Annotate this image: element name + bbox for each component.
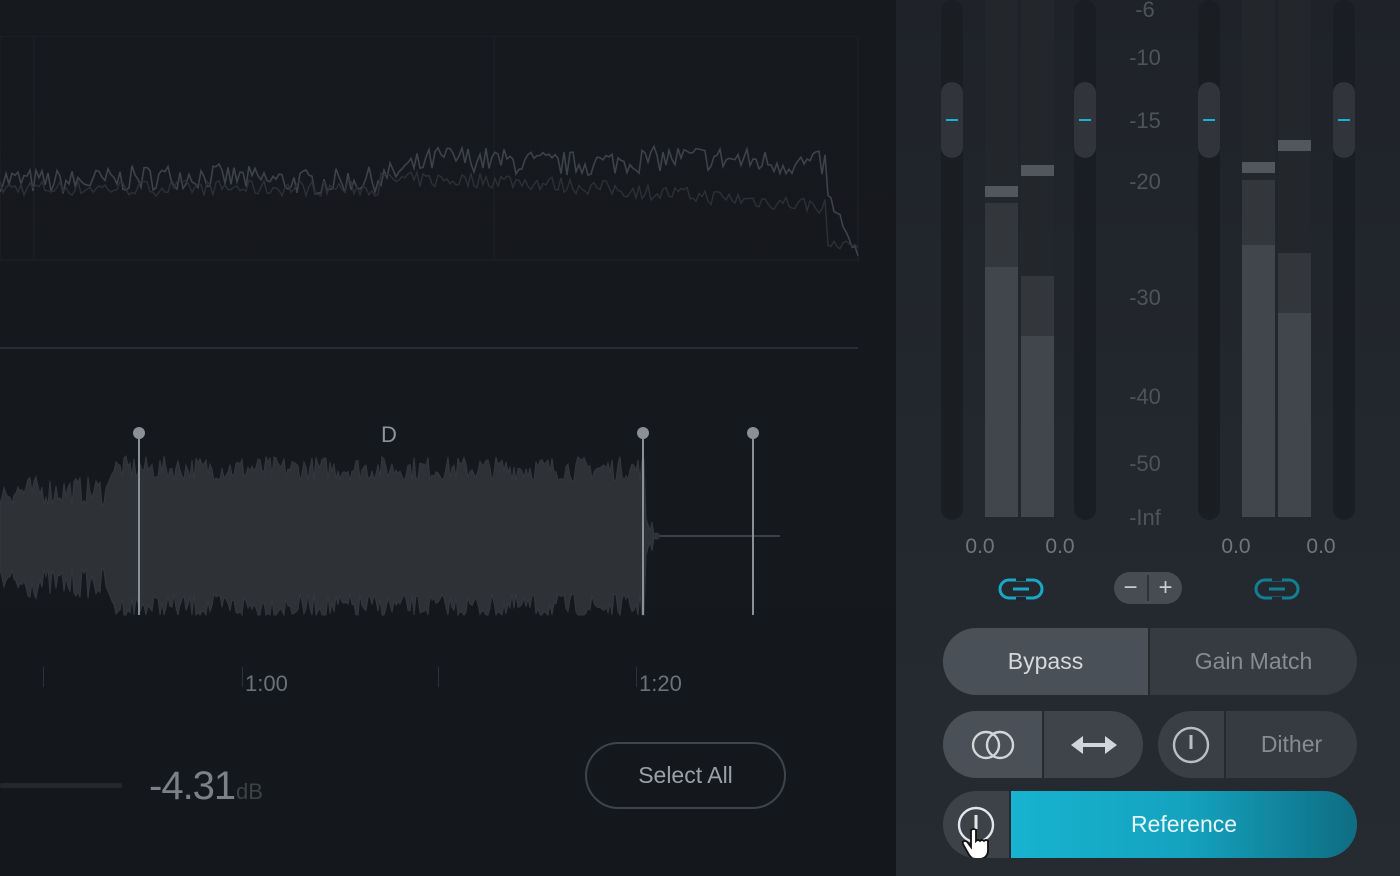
scale-label: -6 <box>1135 0 1155 22</box>
marker-3[interactable] <box>747 427 759 615</box>
waveform-body <box>0 455 661 617</box>
input-right-value: 0.0 <box>1045 535 1075 558</box>
reference-group: Reference <box>943 791 1357 858</box>
input-peak-left <box>985 186 1018 197</box>
output-peak-left <box>1242 162 1275 173</box>
timeline-tick <box>242 667 243 687</box>
trim-increase-button[interactable]: + <box>1149 572 1182 604</box>
timeline-tick <box>438 667 439 687</box>
output-fader-right-track <box>1333 0 1355 520</box>
gain-slider[interactable] <box>0 783 122 788</box>
editor-pane: D 1:00 1:20 -4.31 dB Select All <box>0 0 896 876</box>
input-link-icon[interactable] <box>998 577 1044 601</box>
stereo-width-arrows-icon <box>1070 735 1117 754</box>
scale-label: -15 <box>1129 108 1161 133</box>
output-peak-right <box>1278 140 1311 151</box>
bypass-gainmatch-group: Bypass Gain Match <box>943 628 1357 695</box>
input-fader-right-track <box>1074 0 1096 520</box>
gain-match-button[interactable]: Gain Match <box>1150 628 1357 695</box>
input-meter-left <box>985 267 1018 517</box>
scale-label: -10 <box>1129 45 1161 70</box>
output-left-value: 0.0 <box>1221 535 1251 558</box>
stereo-button[interactable] <box>943 711 1042 778</box>
output-fader-left-track <box>1198 0 1220 520</box>
input-fader-left-track <box>941 0 963 520</box>
stereo-mode-group <box>943 711 1143 778</box>
timeline-tick <box>636 667 637 687</box>
power-icon <box>1172 726 1210 763</box>
reference-power-button[interactable] <box>943 791 1009 858</box>
trim-stepper[interactable]: − + <box>1114 572 1182 604</box>
scale-label: -40 <box>1129 384 1161 409</box>
scale-label: -30 <box>1129 285 1161 310</box>
time-label-1-20: 1:20 <box>639 671 682 696</box>
marker-label-d: D <box>381 422 397 447</box>
spectrum-curve-primary <box>0 144 859 256</box>
input-peak-right <box>1021 165 1054 176</box>
waveform-display[interactable] <box>0 420 860 620</box>
output-link-icon[interactable] <box>1254 577 1300 601</box>
output-meter-left <box>1242 245 1275 517</box>
bypass-button[interactable]: Bypass <box>943 628 1148 695</box>
spectrum-curve-secondary <box>0 169 859 250</box>
gain-unit: dB <box>236 779 263 804</box>
dither-button[interactable]: Dither <box>1226 711 1357 778</box>
stereo-circles-icon <box>971 730 1014 759</box>
gain-value[interactable]: -4.31 <box>149 764 236 809</box>
input-left-value: 0.0 <box>965 535 995 558</box>
hand-pointer-icon <box>961 828 989 858</box>
input-meter-right <box>1021 336 1054 517</box>
stereo-width-button[interactable] <box>1044 711 1143 778</box>
divider <box>0 347 858 349</box>
timeline-tick <box>43 667 44 687</box>
scale-label: -Inf <box>1129 505 1161 530</box>
meter-panel: -6 -10 -15 -20 -30 -40 -50 -Inf 0.0 0.0 … <box>896 0 1400 876</box>
dither-power-button[interactable] <box>1158 711 1224 778</box>
reference-button[interactable]: Reference <box>1011 791 1357 858</box>
time-label-1-00: 1:00 <box>245 671 288 696</box>
scale-label: -50 <box>1129 451 1161 476</box>
scale-label: -20 <box>1129 169 1161 194</box>
select-all-button[interactable]: Select All <box>585 742 786 809</box>
spectrum-display <box>0 36 859 261</box>
output-meter-right <box>1278 313 1311 517</box>
trim-decrease-button[interactable]: − <box>1114 572 1147 604</box>
output-right-value: 0.0 <box>1306 535 1336 558</box>
dither-group: Dither <box>1158 711 1357 778</box>
